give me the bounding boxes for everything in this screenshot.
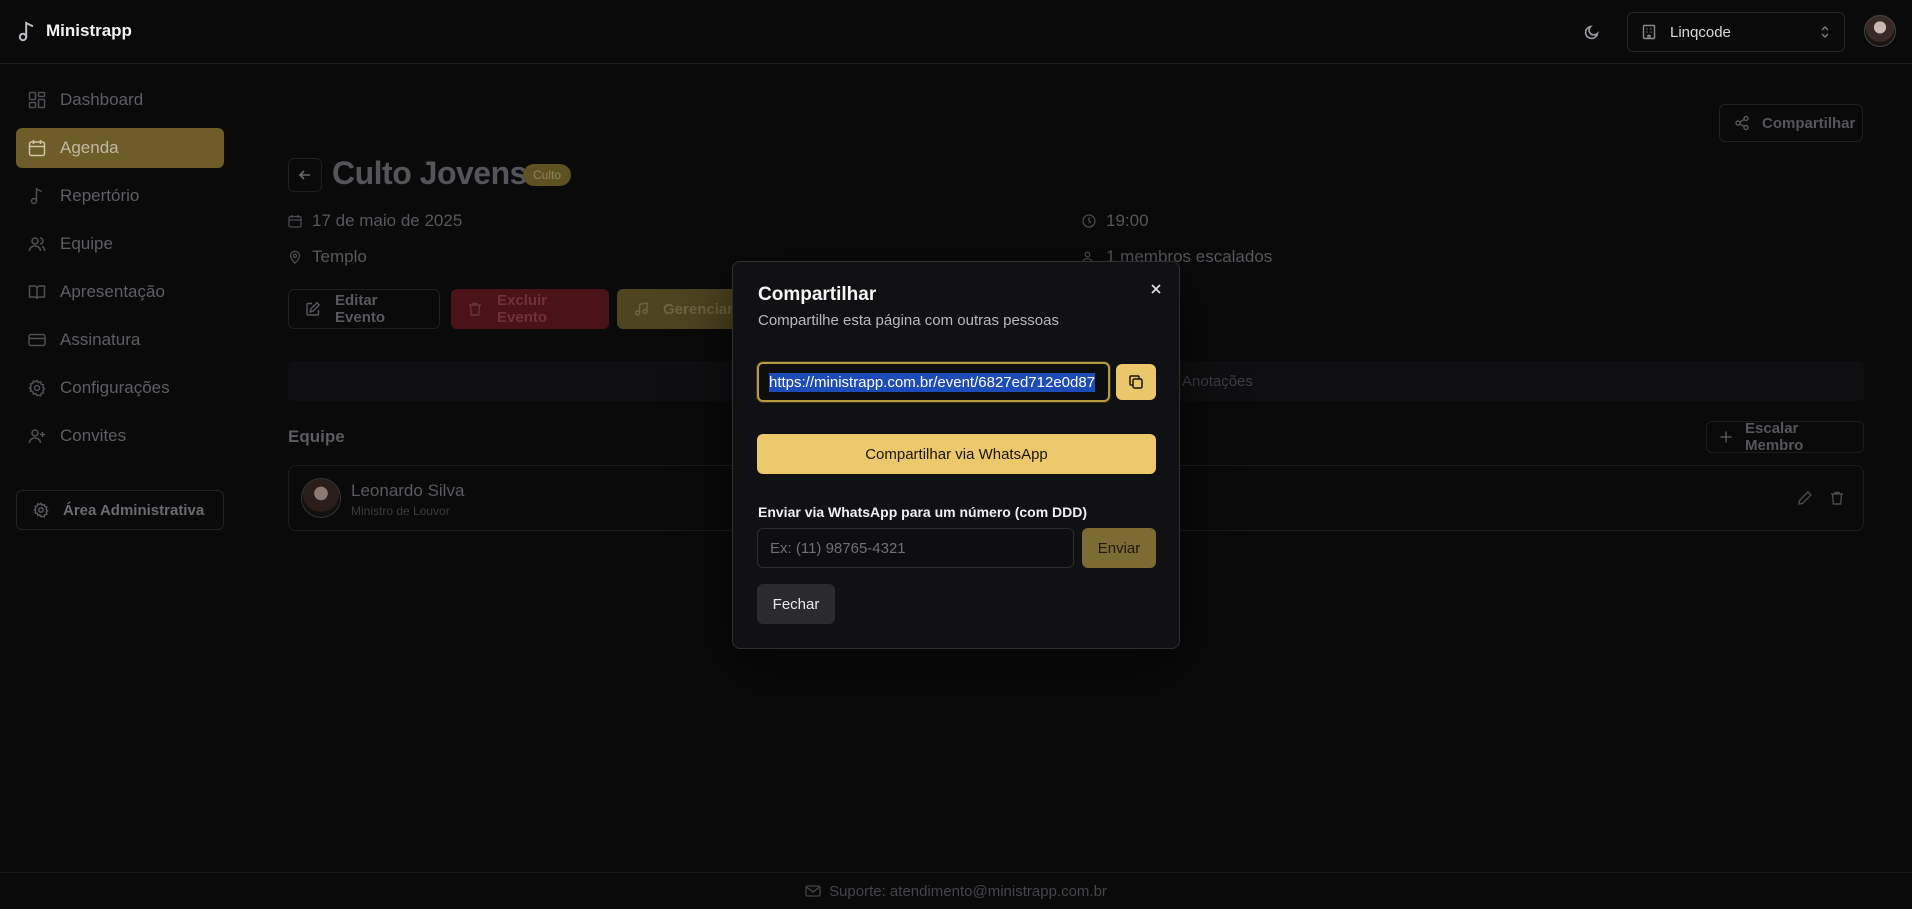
close-icon[interactable] (1147, 280, 1165, 298)
dialog-description: Compartilhe esta página com outras pesso… (758, 312, 1059, 329)
share-url-input[interactable]: https://ministrapp.com.br/event/6827ed71… (757, 362, 1110, 402)
dialog-title: Compartilhar (758, 284, 877, 305)
share-dialog: Compartilhar Compartilhe esta página com… (732, 261, 1180, 649)
copy-icon (1128, 374, 1144, 390)
phone-input[interactable] (757, 528, 1074, 568)
phone-field-label: Enviar via WhatsApp para um número (com … (758, 504, 1088, 520)
share-whatsapp-button[interactable]: Compartilhar via WhatsApp (757, 434, 1156, 474)
copy-url-button[interactable] (1116, 364, 1156, 400)
close-button[interactable]: Fechar (757, 584, 835, 624)
send-button[interactable]: Enviar (1082, 528, 1156, 568)
share-url-value: https://ministrapp.com.br/event/6827ed71… (769, 372, 1096, 392)
